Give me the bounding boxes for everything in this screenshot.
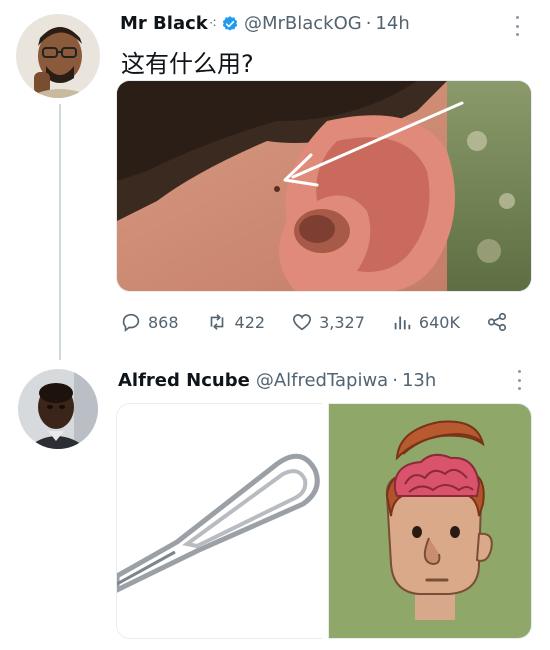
tweet-header: Mr Black ⁖ @MrBlackOG · 14h [120,13,410,34]
display-name[interactable]: Alfred Ncube [118,370,250,391]
name-suffix: ⁖ [208,15,217,32]
timestamp[interactable]: 14h [375,13,409,34]
retweet-icon [210,314,223,330]
heart-icon [293,314,312,331]
views-chart-icon [394,316,411,330]
open-head-brain-icon [329,404,531,638]
thread-connector-line [59,104,61,360]
avatar[interactable] [18,369,98,449]
more-options-icon[interactable] [514,16,520,36]
sim-ejector-pin-icon [117,404,322,638]
share-button[interactable] [486,311,514,333]
tweet-media-image-right[interactable] [328,403,532,639]
like-count: 3,327 [319,312,365,332]
tweet-media-image-left[interactable] [116,403,322,639]
avatar-man-icon [18,369,98,449]
like-button[interactable]: 3,327 [291,311,365,333]
ear-photo-with-arrow-icon [117,81,531,291]
display-name[interactable]: Mr Black [120,13,208,34]
view-count: 640K [418,312,460,332]
tweet-text: 这有什么用? [121,50,254,78]
more-options-icon[interactable] [516,370,522,390]
user-handle[interactable]: @AlfredTapiwa [256,370,388,391]
share-icon [487,312,507,332]
avatar[interactable] [16,14,100,98]
tweet-actions-bar: 868 422 3,327 640K [120,308,530,336]
retweet-button[interactable]: 422 [205,311,266,333]
reply-button[interactable]: 868 [120,311,179,333]
avatar-man-glasses-icon [16,14,100,98]
separator-dot: · [392,370,398,391]
views-button[interactable]: 640K [391,311,460,333]
reply-icon [122,313,140,332]
tweet-media-image[interactable] [116,80,532,292]
user-handle[interactable]: @MrBlackOG [244,13,362,34]
retweet-count: 422 [234,312,266,332]
reply-count: 868 [148,312,179,332]
separator-dot: · [365,13,372,34]
tweet-header: Alfred Ncube @AlfredTapiwa · 13h [118,370,436,391]
timestamp[interactable]: 13h [402,370,436,391]
verified-badge-icon [222,15,238,31]
